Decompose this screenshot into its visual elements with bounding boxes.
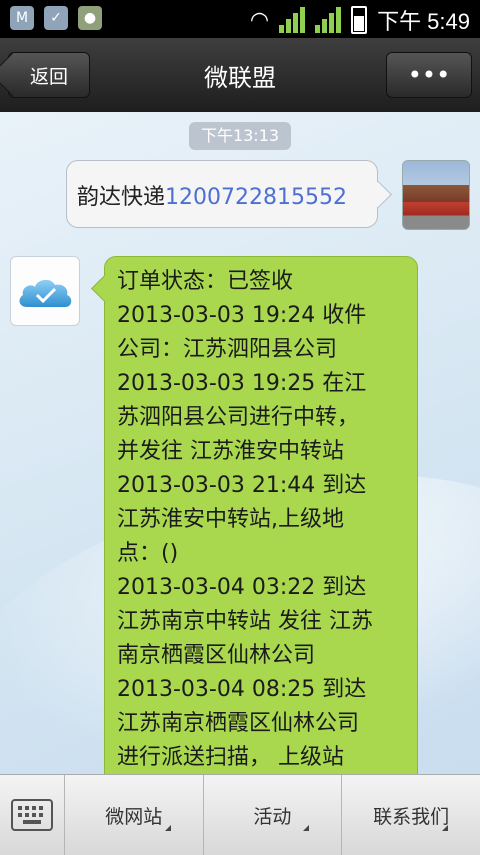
security-shield-icon: ✓	[44, 6, 68, 30]
user-avatar[interactable]	[402, 160, 470, 230]
signal-icon	[315, 7, 342, 33]
bot-avatar[interactable]	[10, 256, 80, 326]
clock: 下午 5:49	[377, 9, 470, 34]
message-line: 2013-03-03 19:24 收件	[117, 303, 367, 328]
outgoing-message-bubble[interactable]: 韵达快递1200722815552	[66, 160, 378, 228]
message-line: 并发往 江苏淮安中转站	[117, 439, 344, 464]
incoming-message-text: 订单状态：已签收 2013-03-03 19:24 收件 公司：江苏泗阳县公司 201…	[117, 265, 409, 774]
menu-tab-microsite[interactable]: 微网站	[65, 775, 204, 855]
keyboard-toggle-button[interactable]	[0, 775, 65, 855]
chat-area[interactable]: 下午13:13 韵达快递1200722815552 订单状态：已签收 2013-0…	[0, 112, 480, 774]
menu-tab-label: 活动	[253, 805, 292, 828]
message-line: 订单状态：已签收	[117, 269, 294, 294]
message-line: 江苏淮安中转站,上级地	[117, 507, 344, 532]
wifi-icon: ◠	[249, 7, 270, 33]
battery-icon	[351, 6, 368, 34]
message-line: 2013-03-04 03:22 到达	[117, 575, 367, 600]
courier-name: 韵达快递	[77, 185, 166, 210]
message-line: 点：()	[117, 541, 179, 566]
bottom-menu-bar: 微网站 活动 联系我们	[0, 774, 480, 855]
message-line: 公司：江苏泗阳县公司	[117, 337, 338, 362]
menu-tab-contact-us[interactable]: 联系我们	[342, 775, 480, 855]
menu-tab-label: 微网站	[105, 805, 163, 828]
message-line: 江苏南京栖霞区仙林公司	[117, 711, 360, 736]
submenu-indicator-icon	[442, 825, 449, 831]
menu-tab-activities[interactable]: 活动	[204, 775, 343, 855]
signal-3g-icon	[279, 7, 306, 33]
incoming-message-bubble[interactable]: 订单状态：已签收 2013-03-03 19:24 收件 公司：江苏泗阳县公司 201…	[104, 256, 418, 774]
message-line: 江苏南京中转站 发往 江苏	[117, 609, 373, 634]
message-line: 2013-03-03 21:44 到达	[117, 473, 367, 498]
message-line: 进行派送扫描， 上级站	[117, 745, 344, 770]
title-bar: 返回 微联盟 •••	[0, 38, 480, 114]
android-icon: ●	[78, 6, 102, 30]
message-line: 南京栖霞区仙林公司	[117, 643, 316, 668]
submenu-indicator-icon	[164, 825, 171, 831]
message-timestamp: 下午13:13	[189, 122, 291, 150]
submenu-indicator-icon	[303, 825, 310, 831]
tracking-number-link[interactable]: 1200722815552	[165, 185, 347, 210]
app-notification-icon: M	[10, 6, 34, 30]
keyboard-icon	[10, 799, 53, 831]
message-line: 苏泗阳县公司进行中转，	[117, 405, 360, 430]
menu-tab-label: 联系我们	[373, 805, 450, 828]
notification-icons: M ✓ ●	[10, 6, 102, 30]
cloud-check-icon	[19, 279, 72, 307]
status-bar: M ✓ ● ◠ 下午 5:49	[0, 0, 480, 38]
more-options-button[interactable]: •••	[386, 52, 472, 98]
message-line: 2013-03-04 08:25 到达	[117, 677, 367, 702]
message-line: 2013-03-03 19:25 在江	[117, 371, 367, 396]
outgoing-message-text: 韵达快递1200722815552	[77, 179, 347, 211]
system-status: ◠ 下午 5:49	[250, 4, 470, 36]
